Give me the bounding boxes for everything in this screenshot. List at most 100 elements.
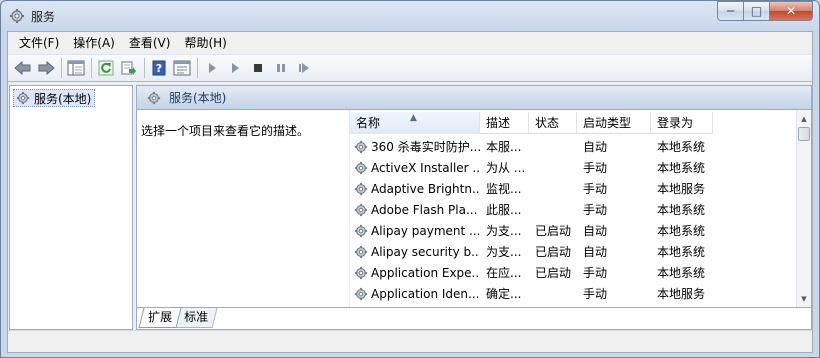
pause-button[interactable] [270,57,292,79]
service-gear-icon [354,182,368,195]
minimize-button[interactable]: ─ [717,1,743,21]
service-name: Adaptive Brightn... [371,181,480,196]
export-icon [121,61,136,75]
restart-button[interactable] [293,57,315,79]
toolbar-separator [61,58,62,78]
export-button[interactable] [118,57,140,79]
menu-help[interactable]: 帮助(H) [177,33,233,53]
forward-button[interactable] [35,57,57,79]
service-log-on-as: 本地系统 [657,140,706,154]
start-alt-button[interactable] [224,57,246,79]
back-button[interactable] [12,57,34,79]
properties-icon [173,60,191,76]
start-button[interactable] [201,57,223,79]
services-window: 服务 ─ □ ✕ 文件(F) 操作(A) 查看(V) 帮助(H) ? 服务(本地… [0,0,820,358]
service-startup-type: 手动 [583,287,608,301]
menu-bar: 文件(F) 操作(A) 查看(V) 帮助(H) [8,32,812,54]
toolbar-separator [91,58,92,78]
start-icon [209,63,216,73]
svg-text:?: ? [156,62,162,75]
services-gear-icon [10,9,24,23]
service-log-on-as: 本地系统 [657,161,706,175]
stop-button[interactable] [247,57,269,79]
service-gear-icon [354,161,368,174]
column-header-status[interactable]: 状态 [529,112,577,134]
tab-extended[interactable]: 扩展 [138,308,182,328]
title-bar[interactable]: 服务 ─ □ ✕ [1,1,819,31]
menu-view[interactable]: 查看(V) [122,33,178,53]
menu-file[interactable]: 文件(F) [12,33,66,53]
scroll-up-icon[interactable]: ▲ [797,111,811,126]
scroll-down-icon[interactable]: ▼ [797,291,811,306]
close-button[interactable]: ✕ [769,1,813,21]
service-description: 为支... [486,224,522,238]
tree-item-services-local[interactable]: 服务(本地) [13,89,96,107]
service-status: 已启动 [535,266,572,280]
help-icon: ? [152,60,166,76]
service-startup-type: 手动 [583,266,608,280]
pane-title: 服务(本地) [169,91,227,105]
service-log-on-as: 本地系统 [657,203,706,217]
service-description: 确定... [486,287,522,301]
column-header-description[interactable]: 描述 [480,112,529,134]
console-content: 服务(本地) 服务(本地) 选择一个项目来查看它的描述。 ▲ 名称 描述 状态 … [8,83,812,330]
help-button[interactable]: ? [148,57,170,79]
service-startup-type: 手动 [583,161,608,175]
service-gear-icon [354,245,368,258]
list-rows: 360 杀毒实时防护... 本服... 自动 本地系统 ActiveX Inst… [350,136,798,304]
service-name: ActiveX Installer ... [371,160,480,175]
client-area: 文件(F) 操作(A) 查看(V) 帮助(H) ? 服务(本地) 服务(本地) … [7,31,813,353]
pause-icon [277,64,285,72]
view-tabs: 标准 扩展 [137,307,811,329]
column-header-startup-type[interactable]: 启动类型 [577,112,651,134]
service-gear-icon [354,203,368,216]
show-tree-button[interactable] [65,57,87,79]
service-startup-type: 自动 [583,224,608,238]
service-description: 此服... [486,203,522,217]
service-name: Alipay payment ... [371,223,480,238]
start-alt-icon [232,63,239,73]
column-label: 登录为 [657,116,694,130]
column-header-log-on-as[interactable]: 登录为 [651,112,713,134]
services-list: ▲ 名称 描述 状态 启动类型 登录为 360 杀毒实时防护... 本服... [349,110,811,307]
table-row[interactable]: Application Iden... 确定... 手动 本地服务 [350,283,798,304]
table-row[interactable]: Adobe Flash Pla... 此服... 手动 本地系统 [350,199,798,220]
restart-icon [299,63,309,73]
close-icon: ✕ [785,4,797,18]
service-log-on-as: 本地系统 [657,266,706,280]
window-title: 服务 [31,10,56,24]
service-description: 为支... [486,245,522,259]
column-header-name[interactable]: ▲ 名称 [350,112,480,134]
service-name: Application Expe... [371,265,480,280]
scroll-thumb[interactable] [798,127,810,141]
service-log-on-as: 本地系统 [657,224,706,238]
properties-button[interactable] [171,57,193,79]
status-bar [8,330,812,352]
sort-ascending-icon: ▲ [410,113,417,123]
service-gear-icon [354,140,368,153]
service-name: Application Iden... [371,286,480,301]
refresh-button[interactable] [95,57,117,79]
service-description: 本服... [486,140,522,154]
table-row[interactable]: ActiveX Installer ... 为从 ... 手动 本地系统 [350,157,798,178]
tab-standard[interactable]: 标准 [174,308,218,328]
table-row[interactable]: Adaptive Brightn... 监视... 手动 本地服务 [350,178,798,199]
maximize-button[interactable]: □ [743,1,769,21]
table-row[interactable]: Application Expe... 在应... 已启动 手动 本地系统 [350,262,798,283]
console-tree: 服务(本地) [9,85,133,330]
maximize-icon: □ [750,4,763,18]
service-status: 已启动 [535,224,572,238]
vertical-scrollbar[interactable]: ▲ ▼ [796,110,811,307]
service-status: 已启动 [535,245,572,259]
service-description: 监视... [486,182,522,196]
tree-item-label: 服务(本地) [34,91,92,106]
service-gear-icon [354,224,368,237]
column-label: 描述 [486,116,511,130]
table-row[interactable]: Alipay payment ... 为支... 已启动 自动 本地系统 [350,220,798,241]
menu-action[interactable]: 操作(A) [66,33,122,53]
table-row[interactable]: 360 杀毒实时防护... 本服... 自动 本地系统 [350,136,798,157]
table-row[interactable]: Alipay security b... 为支... 已启动 自动 本地系统 [350,241,798,262]
column-label: 名称 [356,116,381,130]
service-name: 360 杀毒实时防护... [371,140,480,154]
refresh-icon [98,60,114,76]
